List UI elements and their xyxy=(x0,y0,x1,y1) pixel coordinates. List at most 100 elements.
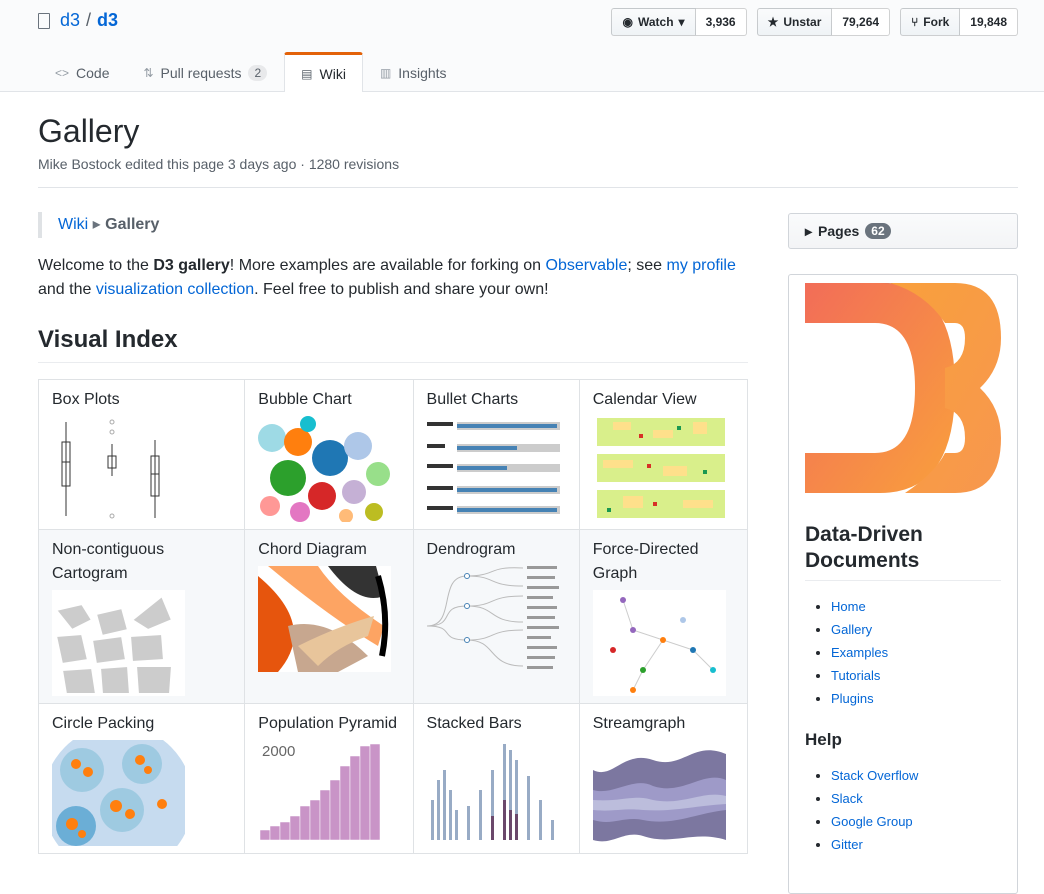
watch-button[interactable]: ◉ Watch ▾ xyxy=(611,8,696,36)
d3-logo xyxy=(805,283,1001,493)
unstar-label: Unstar xyxy=(783,15,822,29)
welcome-part: ; see xyxy=(627,257,667,274)
gallery-cell[interactable]: Streamgraph xyxy=(578,703,749,854)
gallery-cell[interactable]: Bubble Chart xyxy=(244,379,414,530)
gallery-cell[interactable]: Stacked Bars xyxy=(412,703,580,854)
triangle-right-icon: ▸ xyxy=(805,222,813,239)
calendar-view-thumbnail xyxy=(596,418,725,518)
bubble-chart-thumbnail xyxy=(258,416,392,522)
help-link-item: Google Group xyxy=(831,810,1001,833)
my-profile-link[interactable]: my profile xyxy=(666,257,735,274)
pr-counter: 2 xyxy=(248,64,268,81)
dendrogram-thumbnail xyxy=(426,566,559,669)
gallery-item-title: Chord Diagram xyxy=(258,541,367,558)
repo-title: d3 / d3 xyxy=(38,10,118,31)
help-link-item: Stack Overflow xyxy=(831,764,1001,787)
fork-count[interactable]: 19,848 xyxy=(960,8,1018,36)
gallery-item-title: Calendar View xyxy=(592,391,697,408)
gallery-cell[interactable]: Box Plots xyxy=(37,379,246,530)
repo-name-link[interactable]: d3 xyxy=(97,10,118,31)
sidebar-link-home[interactable]: Home xyxy=(831,599,866,614)
gallery-cell[interactable]: Dendrogram xyxy=(412,529,580,704)
page-meta: Mike Bostock edited this page 3 days ago… xyxy=(38,156,400,172)
help-link-gitter[interactable]: Gitter xyxy=(831,837,863,852)
gallery-item-title: Non-contiguous Cartogram xyxy=(52,541,165,582)
gallery-cell[interactable]: Circle Packing xyxy=(37,703,246,854)
gallery-cell[interactable]: Bullet Charts xyxy=(412,379,580,530)
sidebar-link-examples[interactable]: Examples xyxy=(831,645,888,660)
help-link-item: Gitter xyxy=(831,833,1001,856)
help-heading: Help xyxy=(805,730,842,749)
fork-label: Fork xyxy=(923,15,950,29)
visual-index-heading: Visual Index xyxy=(38,326,748,363)
sidebar-title: Data-Driven Documents xyxy=(805,522,1001,581)
repo-owner-link[interactable]: d3 xyxy=(60,10,80,31)
box-plots-thumbnail xyxy=(61,419,160,519)
gallery-item-title: Circle Packing xyxy=(52,715,155,732)
visualization-collection-link[interactable]: visualization collection xyxy=(96,281,254,298)
bullet-charts-thumbnail xyxy=(426,422,560,514)
gallery-item-title: Bullet Charts xyxy=(426,391,519,408)
page-head: Gallery Mike Bostock edited this page 3 … xyxy=(38,113,1018,172)
force-directed-thumbnail xyxy=(592,590,726,696)
gallery-cell[interactable]: Force-Directed Graph xyxy=(578,529,749,704)
observable-link[interactable]: Observable xyxy=(546,257,628,274)
tab-code[interactable]: <> Code xyxy=(38,52,126,92)
gallery-grid: Box Plots Bubble Chart Bullet Charts Cal… xyxy=(37,379,749,854)
sidebar-link-gallery[interactable]: Gallery xyxy=(831,622,872,637)
stacked-bars-thumbnail xyxy=(430,744,554,840)
eye-icon: ◉ xyxy=(622,15,633,29)
repo-separator: / xyxy=(86,10,92,30)
caret-down-icon: ▾ xyxy=(678,15,685,29)
fork-icon: ⑂ xyxy=(911,15,919,29)
breadcrumb-wiki-link[interactable]: Wiki xyxy=(58,216,88,233)
tab-pr-label: Pull requests xyxy=(160,64,242,81)
gallery-item-title: Dendrogram xyxy=(426,541,516,558)
gallery-item-title: Population Pyramid xyxy=(258,715,398,732)
gallery-cell[interactable]: Population Pyramid 2000 xyxy=(244,703,414,854)
tab-wiki[interactable]: ▤ Wiki xyxy=(284,52,363,92)
gallery-item-title: Force-Directed Graph xyxy=(592,541,699,582)
pages-label: Pages xyxy=(818,223,860,239)
sidebar-link-item: Gallery xyxy=(831,618,1001,641)
graph-icon: ▥ xyxy=(379,65,392,80)
gallery-cell[interactable]: Non-contiguous Cartogram xyxy=(37,529,246,704)
star-count[interactable]: 79,264 xyxy=(832,8,891,36)
star-group: ★ Unstar 79,264 xyxy=(756,8,891,36)
fork-button[interactable]: ⑂ Fork xyxy=(900,8,961,36)
help-link-slack[interactable]: Slack xyxy=(831,791,863,806)
help-links: Stack Overflow Slack Google Group Gitter xyxy=(831,764,1001,856)
gallery-cell[interactable]: Chord Diagram xyxy=(244,529,414,704)
gallery-item-title: Bubble Chart xyxy=(258,391,352,408)
welcome-text: Welcome to the D3 gallery! More examples… xyxy=(38,254,748,302)
book-icon: ▤ xyxy=(301,66,313,81)
watch-group: ◉ Watch ▾ 3,936 xyxy=(611,8,747,36)
sidebar-link-item: Plugins xyxy=(831,687,1001,710)
pages-counter: 62 xyxy=(865,223,891,239)
unstar-button[interactable]: ★ Unstar xyxy=(756,8,833,36)
circle-packing-thumbnail xyxy=(52,740,185,846)
wiki-sidebar: ▸ Pages 62 Data-Driven Documents Home Gall… xyxy=(788,213,1018,894)
sidebar-link-plugins[interactable]: Plugins xyxy=(831,691,874,706)
repo-actions: ◉ Watch ▾ 3,936 ★ Unstar 79,264 ⑂ Fork 19,84… xyxy=(611,8,1018,36)
pages-toggle[interactable]: ▸ Pages 62 xyxy=(788,213,1018,249)
population-pyramid-thumbnail: 2000 xyxy=(260,743,381,841)
tab-code-label: Code xyxy=(76,64,110,81)
repo-tabs: <> Code ⇅ Pull requests 2 ▤ Wiki ▥ Insights xyxy=(38,52,464,92)
wiki-content: Wiki ▸ Gallery Welcome to the D3 gallery… xyxy=(37,212,749,854)
watch-label: Watch xyxy=(637,15,674,29)
code-icon: <> xyxy=(55,65,70,80)
tab-insights-label: Insights xyxy=(398,64,447,81)
gallery-cell[interactable]: Calendar View xyxy=(578,379,749,530)
tab-insights[interactable]: ▥ Insights xyxy=(363,52,464,92)
help-link-stackoverflow[interactable]: Stack Overflow xyxy=(831,768,918,783)
gallery-item-title: Streamgraph xyxy=(592,715,686,732)
help-link-google-group[interactable]: Google Group xyxy=(831,814,913,829)
repo-header: d3 / d3 ◉ Watch ▾ 3,936 ★ Unstar 79,264 ⑂ Fo… xyxy=(0,0,1044,92)
watch-count[interactable]: 3,936 xyxy=(695,8,747,36)
chord-diagram-thumbnail xyxy=(258,566,392,672)
welcome-part: . Feel free to publish and share your ow… xyxy=(254,281,549,298)
tab-pull-requests[interactable]: ⇅ Pull requests 2 xyxy=(126,52,284,92)
sidebar-link-tutorials[interactable]: Tutorials xyxy=(831,668,880,683)
tab-wiki-label: Wiki xyxy=(319,65,346,82)
